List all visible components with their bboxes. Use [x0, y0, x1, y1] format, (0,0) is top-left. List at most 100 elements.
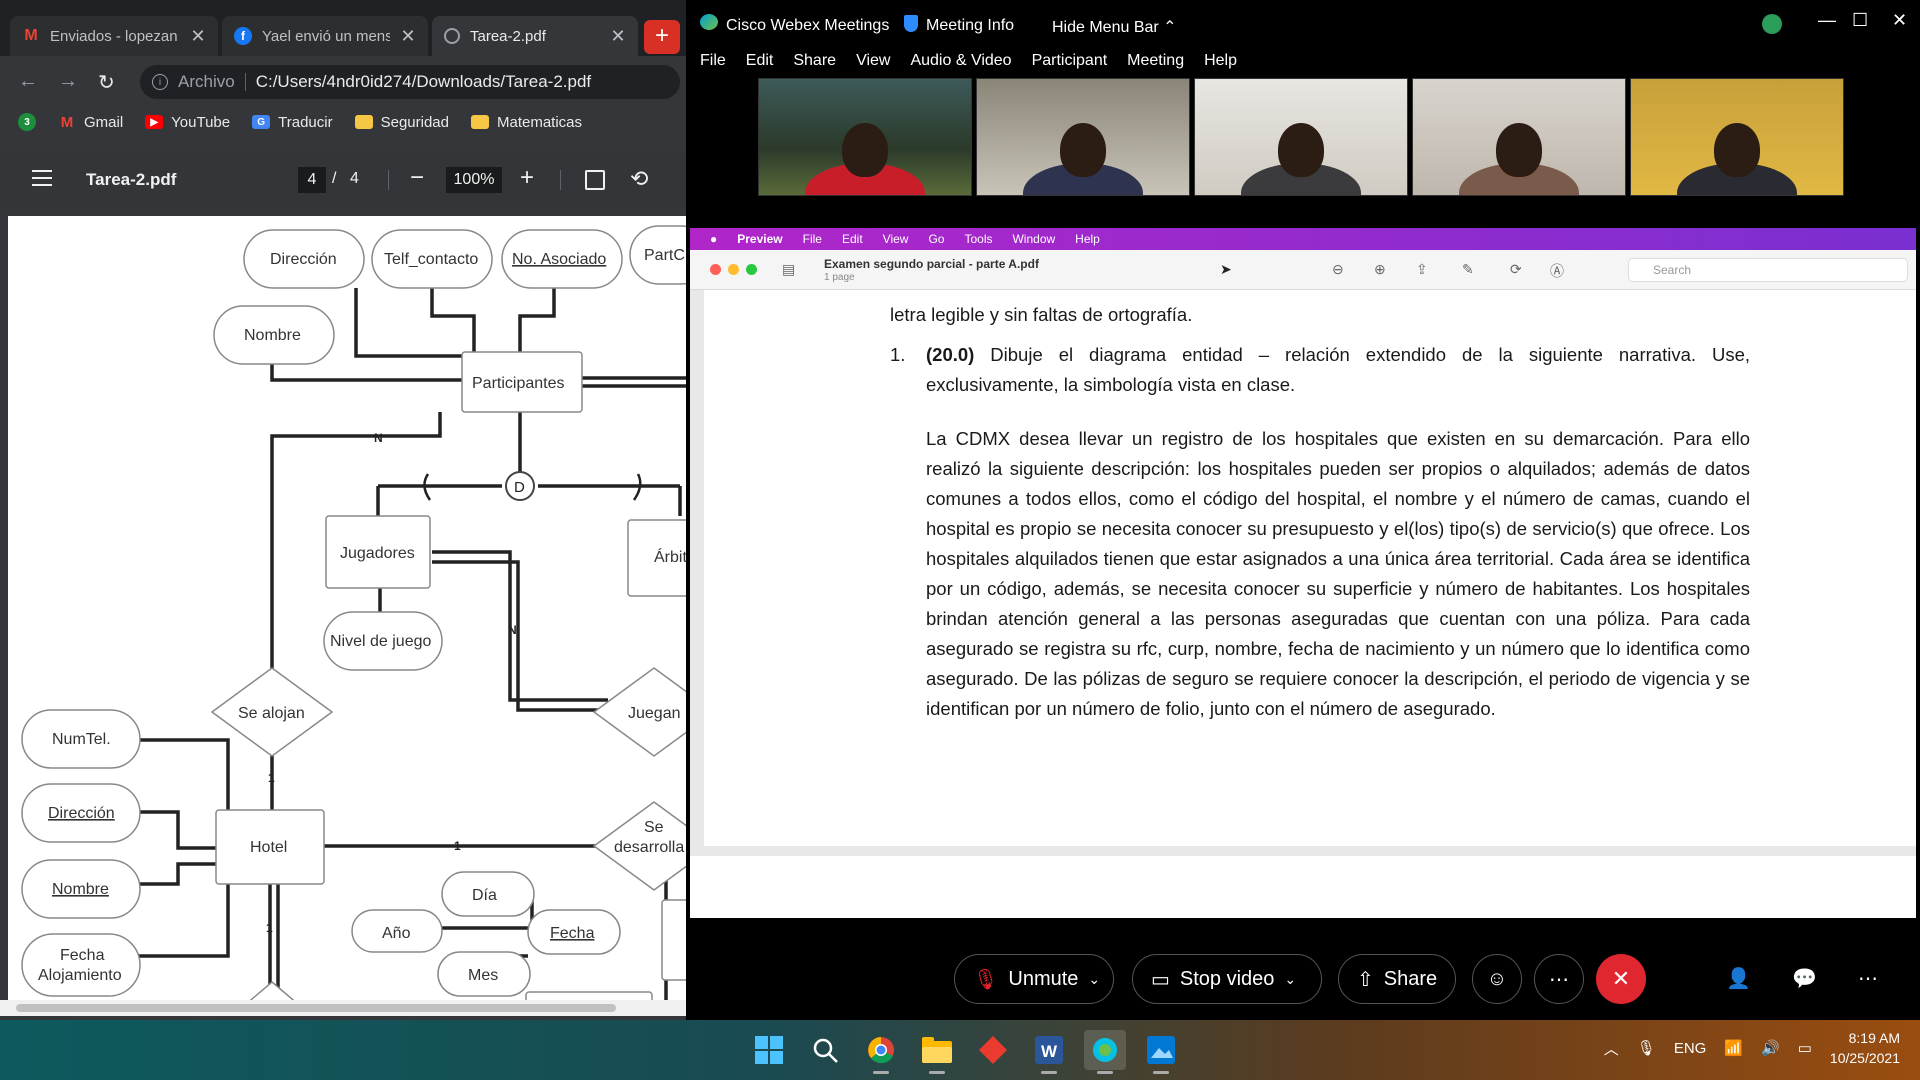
fit-page-icon[interactable] — [585, 170, 605, 190]
muted-mic-icon: 🎙 — [973, 968, 999, 991]
share-label: Share — [1383, 967, 1438, 990]
rotate-icon[interactable]: ⟲ — [630, 166, 648, 192]
more-options-button[interactable]: ⋯ — [1534, 954, 1584, 1004]
chrome-window: M Enviados - lopezan ✕ f Yael envió un m… — [0, 0, 686, 1020]
pdf-toolbar: Tarea-2.pdf 4 / 4 − 100% + ⟲ — [0, 152, 686, 208]
menu-file[interactable]: File — [803, 232, 822, 246]
share-icon[interactable]: ⇪ — [1416, 261, 1428, 278]
menu-view[interactable]: View — [883, 232, 909, 246]
menu-share[interactable]: Share — [793, 52, 836, 70]
microphone-icon[interactable]: 🎙 — [1637, 1039, 1656, 1057]
zoom-input[interactable]: 100% — [446, 167, 502, 193]
menu-icon[interactable] — [32, 170, 52, 186]
chat-icon[interactable]: 💬 — [1792, 966, 1817, 991]
tab-strip: M Enviados - lopezan ✕ f Yael envió un m… — [0, 0, 686, 56]
reload-icon[interactable]: ↻ — [98, 70, 115, 95]
zoom-window-icon[interactable] — [746, 264, 757, 275]
battery-icon[interactable]: ▭ — [1798, 1039, 1812, 1057]
zoom-in-icon[interactable]: + — [520, 164, 534, 192]
menu-edit[interactable]: Edit — [842, 232, 863, 246]
participants-icon[interactable]: 👤 — [1726, 966, 1751, 991]
end-meeting-button[interactable]: ✕ — [1596, 954, 1646, 1004]
app-red-icon[interactable] — [972, 1030, 1014, 1070]
sidebar-icon[interactable]: ▤ — [782, 261, 795, 278]
bookmark-traducir[interactable]: G Traducir — [252, 114, 333, 131]
close-tab-icon[interactable]: ✕ — [400, 26, 416, 47]
menu-view[interactable]: View — [856, 52, 890, 70]
unmute-button[interactable]: 🎙 Unmute ⌄ — [954, 954, 1114, 1004]
webex-taskbar-icon[interactable] — [1084, 1030, 1126, 1074]
bookmark-gmail[interactable]: M Gmail — [58, 114, 123, 131]
meeting-info-button[interactable]: Meeting Info — [926, 17, 1014, 35]
participant-video[interactable] — [758, 78, 972, 196]
bookmark-matematicas[interactable]: Matematicas — [470, 114, 582, 131]
volume-icon[interactable]: 🔊 — [1761, 1039, 1780, 1057]
menu-tools[interactable]: Tools — [964, 232, 992, 246]
participant-head — [1060, 123, 1106, 178]
participant-video[interactable] — [976, 78, 1190, 196]
menu-edit[interactable]: Edit — [746, 52, 774, 70]
photos-taskbar-icon[interactable] — [1140, 1030, 1182, 1074]
menu-preview[interactable]: Preview — [737, 232, 782, 246]
more-panels-icon[interactable]: ⋯ — [1858, 966, 1878, 991]
reactions-button[interactable]: ☺ — [1472, 954, 1522, 1004]
new-tab-button[interactable]: + — [644, 20, 680, 54]
minimize-icon[interactable]: — — [1818, 10, 1836, 31]
attr-dia: Día — [472, 887, 497, 904]
zoom-out-icon[interactable]: − — [410, 164, 424, 192]
menu-meeting[interactable]: Meeting — [1127, 52, 1184, 70]
annotate-icon[interactable]: Ⓐ — [1550, 261, 1564, 281]
maximize-icon[interactable]: ☐ — [1852, 10, 1868, 31]
close-tab-icon[interactable]: ✕ — [610, 26, 626, 47]
bookmark-youtube[interactable]: ▶ YouTube — [145, 114, 230, 131]
menu-help[interactable]: Help — [1075, 232, 1100, 246]
rotate-icon[interactable]: ⟳ — [1510, 261, 1522, 278]
close-icon[interactable]: ✕ — [1892, 10, 1907, 31]
participant-video[interactable] — [1194, 78, 1408, 196]
hide-menu-bar-button[interactable]: Hide Menu Bar ⌃ — [1052, 17, 1177, 37]
page-number-input[interactable]: 4 — [298, 167, 326, 193]
menu-help[interactable]: Help — [1204, 52, 1237, 70]
share-button[interactable]: ⇧ Share — [1338, 954, 1456, 1004]
start-icon[interactable] — [748, 1030, 790, 1070]
menu-participant[interactable]: Participant — [1032, 52, 1108, 70]
clock[interactable]: 8:19 AM 10/25/2021 — [1830, 1028, 1900, 1068]
minimize-window-icon[interactable] — [728, 264, 739, 275]
toolbar-divider — [560, 170, 561, 190]
file-explorer-icon[interactable] — [916, 1030, 958, 1074]
language-indicator[interactable]: ENG — [1674, 1040, 1707, 1057]
close-tab-icon[interactable]: ✕ — [190, 26, 206, 47]
tab-gmail[interactable]: M Enviados - lopezan ✕ — [10, 16, 218, 56]
tab-pdf[interactable]: Tarea-2.pdf ✕ — [432, 16, 638, 56]
participant-video[interactable] — [1630, 78, 1844, 196]
zoom-in-icon[interactable]: ⊕ — [1374, 261, 1386, 278]
search-icon[interactable] — [804, 1030, 846, 1070]
stop-video-button[interactable]: ▭ Stop video ⌄ — [1132, 954, 1322, 1004]
chrome-taskbar-icon[interactable] — [860, 1030, 902, 1074]
info-icon[interactable]: i — [152, 74, 168, 90]
bookmark-seguridad[interactable]: Seguridad — [354, 114, 449, 131]
horizontal-scrollbar[interactable] — [0, 1000, 686, 1016]
scrollbar-thumb[interactable] — [16, 1004, 616, 1012]
wifi-icon[interactable]: 📶 — [1724, 1039, 1743, 1057]
zoom-out-icon[interactable]: ⊖ — [1332, 261, 1344, 278]
attr-telf-contacto: Telf_contacto — [384, 251, 478, 268]
markup-pen-icon[interactable]: ✎ — [1462, 261, 1474, 278]
menu-go[interactable]: Go — [928, 232, 944, 246]
search-input[interactable]: Search — [1628, 258, 1908, 282]
apple-icon[interactable]: ● — [710, 232, 717, 246]
photos-icon — [1147, 1036, 1175, 1064]
forward-icon[interactable]: → — [58, 70, 78, 93]
menu-audio-video[interactable]: Audio & Video — [910, 52, 1011, 70]
menu-file[interactable]: File — [700, 52, 726, 70]
chevron-up-icon[interactable]: ︿ — [1604, 1038, 1619, 1059]
extension-badge[interactable]: 3 — [18, 113, 36, 131]
close-window-icon[interactable] — [710, 264, 721, 275]
address-bar[interactable]: i Archivo C:/Users/4ndr0id274/Downloads/… — [140, 65, 680, 99]
cardinality-label: 1 — [454, 839, 461, 853]
tab-facebook[interactable]: f Yael envió un mens ✕ — [222, 16, 428, 56]
back-icon[interactable]: ← — [18, 70, 38, 93]
menu-window[interactable]: Window — [1012, 232, 1055, 246]
participant-video[interactable] — [1412, 78, 1626, 196]
word-taskbar-icon[interactable]: W — [1028, 1030, 1070, 1074]
